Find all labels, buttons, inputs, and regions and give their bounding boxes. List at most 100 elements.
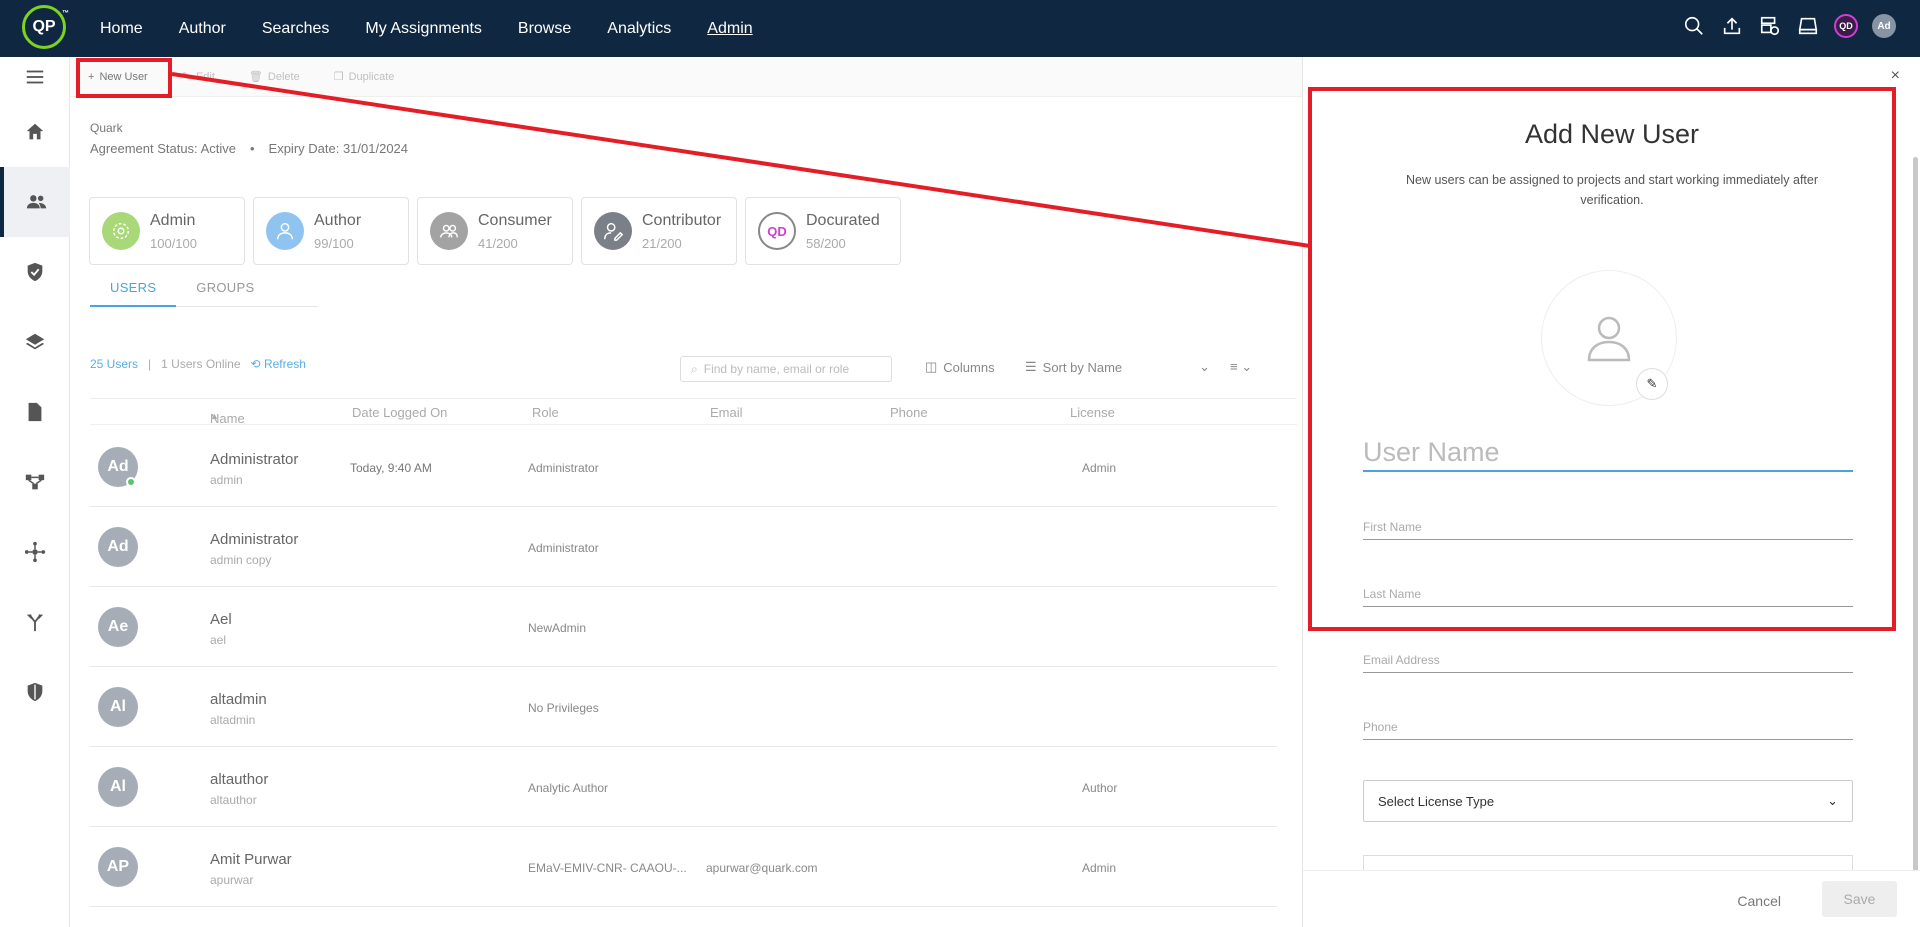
edit-button[interactable]: ✎ Edit [181,70,215,84]
new-user-highlight-box [76,58,172,98]
user-avatar[interactable]: Ad [1872,14,1896,38]
layers-icon[interactable] [0,307,70,377]
users-table-header: Name ▲ Date Logged On Role Email Phone L… [90,398,1297,426]
workflow-icon[interactable] [0,447,70,517]
pencil-icon: ✎ [181,71,191,83]
user-name: Administrator [210,451,299,468]
nav-my-assignments[interactable]: My Assignments [365,20,481,38]
save-button[interactable]: Save [1822,881,1897,917]
panel-highlight-box [1308,87,1896,631]
nav-author[interactable]: Author [179,20,226,38]
duplicate-icon: ❐ [333,71,344,83]
user-login: admin copy [210,553,272,567]
table-row[interactable]: Ae Ael ael NewAdmin [90,587,1277,667]
col-date-logged-on[interactable]: Date Logged On [352,405,447,420]
table-row[interactable]: Al altadmin altadmin No Privileges [90,667,1277,747]
table-row[interactable]: Al altauthor altauthor Analytic Author A… [90,747,1277,827]
cancel-button[interactable]: Cancel [1737,893,1781,909]
tab-users[interactable]: USERS [90,277,177,307]
user-name: Amit Purwar [210,851,292,868]
phone-placeholder: Phone [1363,720,1398,734]
license-name: Consumer [478,212,552,229]
duplicate-label: Duplicate [348,70,395,83]
nav-admin[interactable]: Admin [707,20,752,38]
user-license: Author [1082,781,1118,795]
columns-icon: ◫ [925,359,938,374]
license-card-docurated[interactable]: QD Docurated 58/200 [745,197,901,265]
col-email[interactable]: Email [710,405,743,420]
license-card-author[interactable]: Author 99/100 [253,197,409,265]
search-icon: ⌕ [691,361,698,376]
scheduled-server-icon[interactable] [1758,14,1782,38]
contributor-pen-icon [594,212,632,250]
delete-button[interactable]: 🗑 Delete [248,70,300,84]
sort-dropdown[interactable]: ☰ Sort by Name ⌄ [1025,359,1210,375]
user-email: apurwar@quark.com [706,861,818,875]
license-card-consumer[interactable]: Consumer 41/200 [417,197,573,265]
list-view-icon: ≡ [1230,359,1238,374]
nav-searches[interactable]: Searches [262,20,330,38]
user-role: NewAdmin [528,621,587,635]
license-type-select[interactable]: Select License Type ⌄ [1363,780,1853,822]
qp-logo[interactable]: QP ™ [22,5,69,49]
user-name: altadmin [210,691,267,708]
columns-button[interactable]: ◫ Columns [925,359,995,375]
sort-icon: ☰ [1025,359,1037,374]
qd-app-badge[interactable]: QD [1834,14,1858,38]
home-icon[interactable] [0,97,70,167]
trash-icon: 🗑 [248,71,263,83]
user-stats: 25 Users | 1 Users Online ⟲ Refresh [90,357,306,371]
sort-label: Sort by Name [1042,359,1123,375]
chevron-down-icon: ⌄ [1827,793,1838,808]
avatar: Ae [98,607,138,647]
license-count: 58/200 [806,236,846,251]
hub-network-icon[interactable] [0,517,70,587]
list-view-toggle[interactable]: ≡ ⌄ [1230,359,1252,375]
close-icon[interactable]: × [1891,67,1900,85]
document-icon[interactable] [0,377,70,447]
docurated-qd-icon: QD [758,212,796,250]
merge-icon[interactable] [0,587,70,657]
refresh-button[interactable]: ⟲ Refresh [251,357,306,371]
user-license: Admin [1082,461,1117,475]
col-phone[interactable]: Phone [890,405,928,420]
search-placeholder: Find by name, email or role [703,362,850,376]
upload-icon[interactable] [1720,14,1744,38]
security-shield-icon[interactable] [0,657,70,727]
tab-groups[interactable]: GROUPS [176,277,274,307]
chevron-down-icon: ⌄ [1241,359,1253,374]
col-role[interactable]: Role [532,405,559,420]
drive-icon[interactable] [1796,14,1820,38]
license-count: 21/200 [642,236,682,251]
nav-analytics[interactable]: Analytics [607,20,671,38]
user-role: Analytic Author [528,781,609,795]
nav-browse[interactable]: Browse [518,20,571,38]
col-license[interactable]: License [1070,405,1115,420]
consumer-group-icon [430,212,468,250]
license-card-admin[interactable]: Admin 100/100 [89,197,245,265]
left-sidebar [0,57,70,927]
avatar: Ad [98,527,138,567]
user-date-logged-on: Today, 9:40 AM [350,461,432,475]
agreement-status: Agreement Status: Active [90,141,236,156]
online-status-dot [126,477,136,487]
duplicate-button[interactable]: ❐ Duplicate [333,70,395,84]
phone-field[interactable]: Phone [1363,720,1853,740]
shield-check-icon[interactable] [0,237,70,307]
table-row[interactable]: Ad Administrator admin Today, 9:40 AM Ad… [90,427,1277,507]
user-name: Ael [210,611,232,628]
user-license: Admin [1082,861,1117,875]
action-toolbar: + New User ✎ Edit 🗑 Delete ❐ Duplicate [70,57,1302,97]
table-row[interactable]: AP Amit Purwar apurwar EMaV-EMIV-CNR- CA… [90,827,1277,907]
users-icon[interactable] [0,167,70,237]
nav-home[interactable]: Home [100,20,143,38]
user-search-input[interactable]: ⌕ Find by name, email or role [680,356,892,382]
panel-scrollbar[interactable] [1913,157,1918,877]
search-icon[interactable] [1682,14,1706,38]
email-field[interactable]: Email Address [1363,653,1853,673]
users-count[interactable]: 25 Users [90,357,138,371]
license-card-contributor[interactable]: Contributor 21/200 [581,197,737,265]
hamburger-menu-icon[interactable] [0,57,70,97]
table-row[interactable]: Ad Administrator admin copy Administrato… [90,507,1277,587]
license-count: 41/200 [478,236,518,251]
